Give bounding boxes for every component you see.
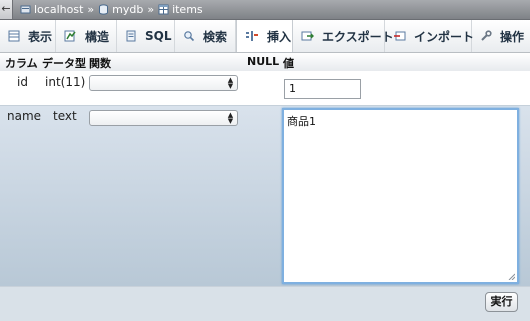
header-column: カラム [5, 57, 38, 70]
export-icon [301, 31, 314, 41]
function-select[interactable]: ▲ ▼ [89, 75, 238, 91]
header-function: 関数 [89, 57, 111, 70]
breadcrumb-separator: » [147, 3, 155, 16]
wrench-icon [481, 30, 492, 41]
table-header: カラム データ型 関数 NULL 値 [0, 53, 530, 72]
back-arrow-icon[interactable]: ← [0, 0, 13, 19]
breadcrumb-bar: ← localhost » mydb » items [0, 0, 530, 20]
tab-label: 構造 [85, 29, 110, 44]
value-textarea-name[interactable]: 商品1 [282, 108, 519, 284]
database-icon [99, 4, 109, 15]
column-type: int(11) [45, 75, 86, 89]
server-icon [20, 5, 31, 14]
breadcrumb: localhost » mydb » items [20, 0, 203, 19]
value-input-id[interactable]: 1 [284, 79, 361, 99]
tab-operations[interactable]: 操作 [472, 20, 530, 52]
breadcrumb-item-database[interactable]: mydb [98, 3, 143, 16]
breadcrumb-item-localhost[interactable]: localhost [20, 3, 83, 16]
go-button[interactable]: 実行 [485, 292, 518, 312]
select-arrows-icon: ▲ ▼ [227, 76, 234, 90]
tab-search[interactable]: 検索 [175, 20, 236, 52]
column-type: text [53, 109, 77, 123]
structure-icon [64, 30, 76, 42]
function-select[interactable]: ▲ ▼ [89, 110, 238, 126]
tab-label: エクスポート [322, 29, 394, 44]
textarea-value: 商品1 [287, 115, 316, 128]
table-icon [158, 4, 169, 15]
select-arrows-icon: ▲ ▼ [227, 111, 234, 125]
header-value: 値 [283, 57, 294, 70]
header-null: NULL [247, 55, 280, 68]
tab-label: 検索 [203, 29, 228, 44]
breadcrumb-label: localhost [34, 3, 84, 16]
breadcrumb-label: items [172, 3, 203, 16]
insert-icon [246, 31, 258, 41]
column-name: name [7, 109, 42, 123]
tab-label: 挿入 [267, 29, 292, 44]
tab-import[interactable]: インポート [385, 20, 475, 52]
breadcrumb-label: mydb [112, 3, 144, 16]
tab-structure[interactable]: 構造 [56, 20, 117, 52]
header-type: データ型 [42, 57, 86, 70]
table-row: id int(11) ▲ ▼ 1 [0, 71, 530, 105]
input-value: 1 [289, 82, 296, 95]
table-row: name text ▲ ▼ 商品1 [0, 105, 530, 286]
tab-browse[interactable]: 表示 [0, 20, 56, 52]
form-footer [0, 286, 530, 321]
breadcrumb-item-table[interactable]: items [158, 3, 203, 16]
tab-export[interactable]: エクスポート [293, 20, 394, 52]
resize-grip-icon[interactable] [507, 272, 515, 280]
tab-label: 表示 [28, 29, 53, 44]
tab-sql[interactable]: SQL [117, 20, 175, 52]
import-icon [394, 31, 406, 41]
tab-label: SQL [145, 29, 172, 43]
search-icon [184, 31, 195, 42]
tab-label: インポート [414, 29, 475, 44]
tab-label: 操作 [500, 29, 525, 44]
column-name: id [17, 75, 28, 89]
breadcrumb-separator: » [87, 3, 95, 16]
tab-insert[interactable]: 挿入 [236, 20, 293, 52]
tab-bar: 表示 構造 SQL 検索 挿入 エクスポート インポート 操作 [0, 20, 530, 53]
browse-icon [8, 30, 20, 42]
sql-icon [126, 30, 136, 42]
